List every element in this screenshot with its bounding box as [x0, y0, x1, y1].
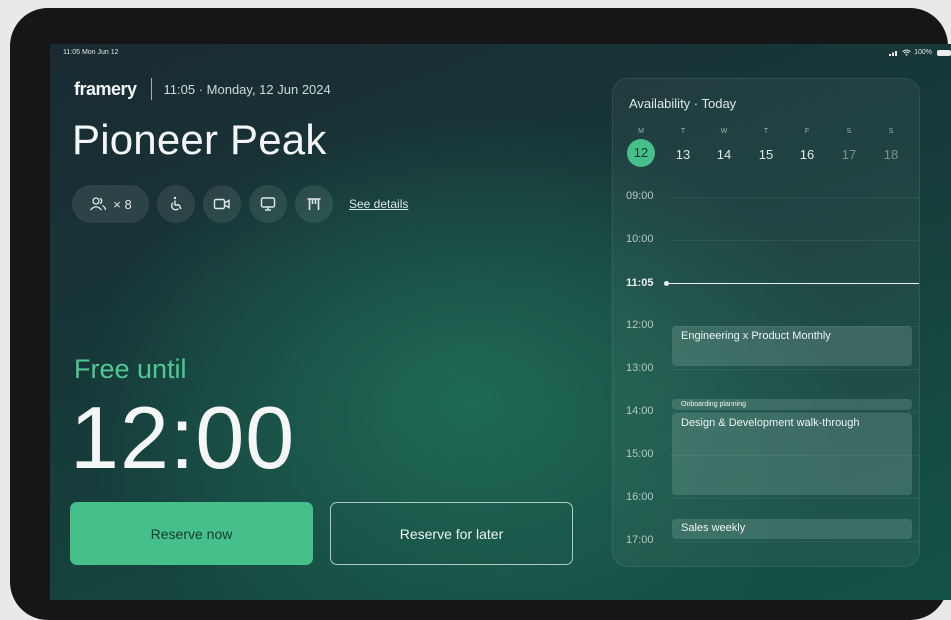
day-of-week: T — [763, 128, 769, 135]
hour-gridline — [669, 369, 919, 370]
day-18[interactable]: S 18 — [875, 127, 907, 169]
brand-logo: framery — [74, 78, 137, 99]
hour-gridline — [669, 541, 919, 542]
header: framery 11:05 · Monday, 12 Jun 2024 — [74, 77, 331, 101]
current-time-label: 11:05 — [626, 277, 654, 289]
amenities-row: × 8 See details — [72, 185, 408, 223]
battery-icon — [937, 49, 951, 56]
day-16[interactable]: F 16 — [791, 127, 823, 169]
calendar-event[interactable]: Engineering x Product Monthly — [672, 326, 912, 366]
tablet-frame: 11:05 Mon Jun 12 100% framery 11:05 · Mo… — [10, 8, 951, 620]
free-until-label: Free until — [74, 354, 187, 384]
status-time: 11:05 Mon Jun 12 — [63, 49, 119, 56]
see-details-link[interactable]: See details — [349, 197, 408, 211]
battery-percent: 100% — [914, 49, 932, 56]
day-of-week: S — [846, 128, 852, 135]
header-divider — [150, 78, 152, 100]
availability-panel: Availability · Today M 12 T 13 W 14 T 15 — [612, 78, 920, 567]
wifi-icon — [902, 49, 911, 56]
room-name: Pioneer Peak — [72, 116, 327, 163]
people-icon — [90, 197, 107, 211]
display-icon — [249, 185, 287, 223]
screen: 11:05 Mon Jun 12 100% framery 11:05 · Mo… — [50, 44, 951, 600]
day-number: 17 — [841, 147, 857, 162]
day-12[interactable]: M 12 — [625, 127, 657, 169]
hour-label: 09:00 — [626, 190, 654, 202]
hour-label: 16:00 — [626, 491, 654, 503]
day-15[interactable]: T 15 — [750, 127, 782, 169]
hour-label: 14:00 — [626, 405, 654, 417]
capacity-label: × 8 — [113, 196, 132, 212]
calendar-event[interactable]: Sales weekly — [672, 519, 912, 539]
hour-label: 12:00 — [626, 319, 654, 331]
day-13[interactable]: T 13 — [667, 127, 699, 169]
hour-label: 13:00 — [626, 362, 654, 374]
day-number: 15 — [758, 147, 774, 162]
day-number: 18 — [883, 147, 899, 162]
hour-label: 17:00 — [626, 534, 654, 546]
day-of-week: M — [638, 128, 644, 135]
day-of-week: T — [680, 128, 686, 135]
current-time-line — [666, 283, 919, 284]
hour-gridline — [669, 240, 919, 241]
day-number: 12 — [627, 139, 655, 167]
video-call-icon — [203, 185, 241, 223]
reserve-now-button[interactable]: Reserve now — [70, 502, 313, 565]
signal-icon — [889, 50, 898, 56]
free-until-time: 12:00 — [70, 388, 296, 487]
hour-label: 15:00 — [626, 448, 654, 460]
day-of-week: S — [888, 128, 894, 135]
day-number: 16 — [799, 147, 815, 162]
hour-label: 10:00 — [626, 233, 654, 245]
hour-gridline — [669, 197, 919, 198]
day-14[interactable]: W 14 — [708, 127, 740, 169]
header-datetime: 11:05 · Monday, 12 Jun 2024 — [163, 81, 331, 97]
day-17[interactable]: S 17 — [833, 127, 865, 169]
day-of-week: W — [720, 128, 728, 135]
reserve-for-later-button[interactable]: Reserve for later — [330, 502, 573, 565]
status-bar: 11:05 Mon Jun 12 100% — [63, 49, 951, 61]
calendar-event[interactable]: Onboarding planning — [672, 399, 912, 410]
day-of-week: F — [804, 128, 810, 135]
accessible-icon — [157, 185, 195, 223]
table-icon — [295, 185, 333, 223]
calendar-event[interactable]: Design & Development walk-through — [672, 413, 912, 495]
hour-gridline — [669, 498, 919, 499]
availability-title: Availability · Today — [629, 96, 737, 111]
day-number: 14 — [716, 147, 732, 162]
capacity-badge: × 8 — [72, 185, 149, 223]
day-number: 13 — [675, 147, 691, 162]
status-icons: 100% — [889, 49, 951, 56]
day-selector: M 12 T 13 W 14 T 15 F 16 S 17 S 18 — [625, 127, 915, 169]
